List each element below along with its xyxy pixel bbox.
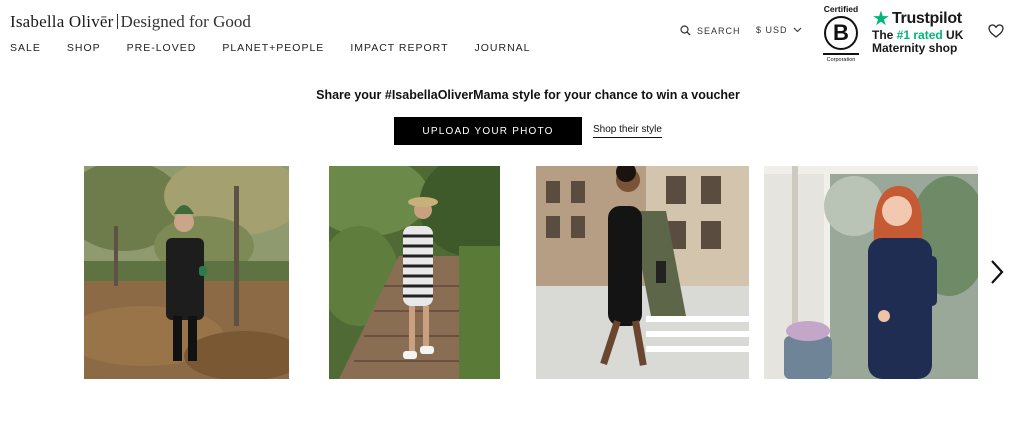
currency-label: $ USD: [756, 25, 788, 35]
promo-heading: Share your #IsabellaOliverMama style for…: [316, 88, 740, 102]
gallery-photo-3[interactable]: [536, 166, 749, 379]
logo-divider: [116, 14, 118, 29]
search-button[interactable]: SEARCH: [680, 25, 741, 36]
gallery-next-button[interactable]: [990, 259, 1004, 290]
bcorp-badge[interactable]: Certified B Corporation: [818, 4, 864, 63]
currency-selector[interactable]: $ USD: [756, 25, 802, 35]
nav-planet-people[interactable]: PLANET+PEOPLE: [222, 42, 324, 54]
search-icon: [680, 25, 691, 36]
trustpilot-name: Trustpilot: [891, 10, 962, 27]
nav-shop[interactable]: SHOP: [67, 42, 101, 54]
shop-window-photo: [764, 166, 978, 379]
ugc-promo: Share your #IsabellaOliverMama style for…: [0, 88, 1024, 102]
wishlist-button[interactable]: [988, 24, 1004, 43]
logo-brand: Isabella Olivēr: [10, 12, 114, 31]
autumn-park-photo: [84, 166, 289, 379]
gallery-photo-4[interactable]: [764, 166, 978, 379]
street-crossing-photo: [536, 166, 749, 379]
gallery-photo-1[interactable]: [84, 166, 289, 379]
trustpilot-category: Maternity shop: [872, 41, 958, 55]
trustpilot-suffix: UK: [942, 28, 964, 42]
trustpilot-highlight: #1 rated: [896, 28, 943, 42]
main-nav: SALE SHOP PRE-LOVED PLANET+PEOPLE IMPACT…: [10, 42, 557, 54]
bcorp-bar: [823, 53, 859, 55]
site-logo[interactable]: Isabella Olivēr Designed for Good: [10, 12, 251, 32]
star-icon: ★: [872, 8, 890, 30]
chevron-down-icon: [793, 27, 801, 33]
heart-icon: [988, 24, 1004, 38]
trustpilot-prefix: The: [872, 28, 897, 42]
bcorp-logo: B: [824, 16, 858, 50]
nav-impact-report[interactable]: IMPACT REPORT: [350, 42, 448, 54]
gallery-photo-2[interactable]: [329, 166, 500, 379]
upload-photo-button[interactable]: UPLOAD YOUR PHOTO: [394, 117, 582, 145]
trustpilot-badge[interactable]: ★ Trustpilot The #1 rated UK Maternity s…: [872, 9, 982, 55]
stone-steps-photo: [329, 166, 500, 379]
nav-pre-loved[interactable]: PRE-LOVED: [127, 42, 197, 54]
logo-tagline: Designed for Good: [120, 12, 251, 31]
nav-sale[interactable]: SALE: [10, 42, 41, 54]
bcorp-certified: Certified: [823, 4, 859, 14]
search-label: SEARCH: [697, 25, 741, 36]
shop-their-style-link[interactable]: Shop their style: [593, 124, 662, 138]
nav-journal[interactable]: JOURNAL: [475, 42, 531, 54]
chevron-right-icon: [991, 260, 1004, 284]
bcorp-corporation: Corporation: [826, 57, 856, 63]
site-header: Isabella Olivēr Designed for Good SALE SH…: [0, 0, 1024, 80]
